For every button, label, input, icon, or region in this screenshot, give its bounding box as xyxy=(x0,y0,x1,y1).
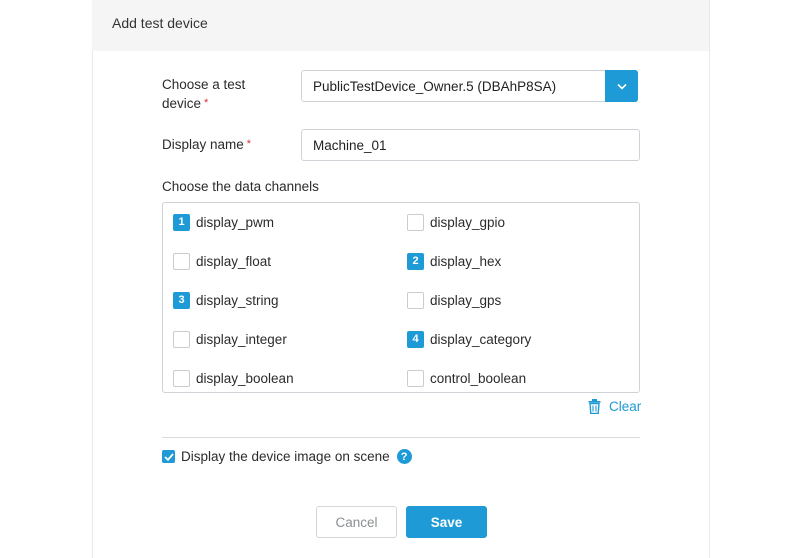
channel-checkbox[interactable] xyxy=(407,291,424,309)
divider xyxy=(162,437,640,438)
required-mark: * xyxy=(246,138,252,150)
channel-label: display_integer xyxy=(196,331,287,347)
dialog-header: Add test device xyxy=(92,0,710,51)
device-select-toggle[interactable] xyxy=(605,70,638,102)
channel-label: control_boolean xyxy=(430,370,527,386)
check-icon xyxy=(163,452,174,461)
channel-label: display_category xyxy=(430,331,532,347)
channel-item-display-pwm[interactable]: 1 display_pwm xyxy=(173,213,274,231)
dialog-title: Add test device xyxy=(112,15,208,31)
channel-checkbox[interactable]: 2 xyxy=(407,252,424,270)
cancel-button[interactable]: Cancel xyxy=(316,506,397,538)
channel-checkbox[interactable] xyxy=(173,330,190,348)
channel-checkbox[interactable]: 1 xyxy=(173,213,190,231)
display-name-label-text: Display name xyxy=(162,137,244,152)
channel-checkbox[interactable]: 4 xyxy=(407,330,424,348)
channel-label: display_gps xyxy=(430,292,502,308)
show-device-image-option[interactable]: Display the device image on scene ? xyxy=(162,449,412,464)
device-label-line1: Choose a test xyxy=(162,77,246,92)
channel-label: display_boolean xyxy=(196,370,294,386)
channel-item-display-hex[interactable]: 2 display_hex xyxy=(407,252,501,270)
channel-checkbox[interactable] xyxy=(173,369,190,387)
chevron-down-icon xyxy=(616,83,627,90)
channel-item-display-float[interactable]: display_float xyxy=(173,252,271,270)
device-label-line2: device xyxy=(162,96,202,111)
channel-label: display_hex xyxy=(430,253,502,269)
device-select[interactable]: PublicTestDevice_Owner.5 (DBAhP8SA) xyxy=(301,70,638,102)
channel-checkbox[interactable] xyxy=(407,369,424,387)
show-device-image-label: Display the device image on scene xyxy=(181,449,390,464)
channel-label: display_pwm xyxy=(196,214,275,230)
clear-button[interactable]: Clear xyxy=(588,399,641,414)
channels-list: 1 display_pwm display_gpio display_float… xyxy=(162,202,640,393)
clear-label: Clear xyxy=(609,399,642,414)
help-icon[interactable]: ? xyxy=(396,449,412,464)
required-mark: * xyxy=(204,97,209,109)
display-name-label: Display name * xyxy=(162,135,251,154)
channel-checkbox[interactable]: 3 xyxy=(173,291,190,309)
channel-item-display-gps[interactable]: display_gps xyxy=(407,291,501,309)
channel-item-display-category[interactable]: 4 display_category xyxy=(407,330,531,348)
channel-item-display-string[interactable]: 3 display_string xyxy=(173,291,279,309)
channel-item-display-integer[interactable]: display_integer xyxy=(173,330,287,348)
channel-label: display_gpio xyxy=(430,214,506,230)
channel-label: display_string xyxy=(196,292,279,308)
trash-icon xyxy=(588,399,601,414)
show-device-image-checkbox[interactable] xyxy=(162,450,175,463)
channel-checkbox[interactable] xyxy=(173,252,190,270)
display-name-input[interactable] xyxy=(301,129,640,161)
channel-item-control-boolean[interactable]: control_boolean xyxy=(407,369,526,387)
add-test-device-dialog: Add test device Choose a test device * Pu… xyxy=(92,0,710,558)
channel-checkbox[interactable] xyxy=(407,213,424,231)
channel-label: display_float xyxy=(196,253,272,269)
channel-item-display-gpio[interactable]: display_gpio xyxy=(407,213,505,231)
save-button[interactable]: Save xyxy=(406,506,487,538)
device-select-value: PublicTestDevice_Owner.5 (DBAhP8SA) xyxy=(313,79,557,94)
device-label: Choose a test device * xyxy=(162,75,245,113)
channel-item-display-boolean[interactable]: display_boolean xyxy=(173,369,294,387)
channels-label: Choose the data channels xyxy=(162,179,319,194)
